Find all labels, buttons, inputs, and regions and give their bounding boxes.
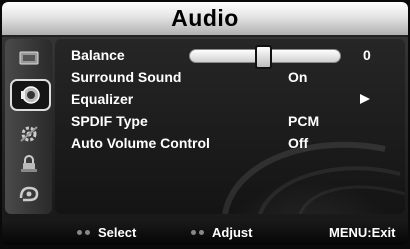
balance-value: 0 xyxy=(363,47,371,63)
down-key-icon xyxy=(85,230,90,235)
balance-slider-knob[interactable] xyxy=(255,45,272,69)
right-key-icon xyxy=(199,230,204,235)
up-key-icon xyxy=(77,230,82,235)
surround-sound-value: On xyxy=(288,69,308,85)
picture-icon[interactable] xyxy=(15,47,42,69)
exit-hint-label: MENU:Exit xyxy=(329,225,396,240)
left-key-icon xyxy=(191,230,196,235)
setup-icon[interactable] xyxy=(15,123,42,145)
spdif-type-row[interactable]: SPDIF Type PCM xyxy=(71,112,401,130)
settings-panel: Balance 0 Surround Sound On Equalizer SP… xyxy=(55,39,405,214)
balance-label: Balance xyxy=(71,47,125,63)
adjust-hint-label: Adjust xyxy=(212,225,253,240)
surround-sound-label: Surround Sound xyxy=(71,69,182,85)
balance-row[interactable]: Balance 0 xyxy=(71,45,401,69)
menu-title: Audio xyxy=(171,5,239,31)
adjust-hint: Adjust xyxy=(191,225,252,240)
input-icon[interactable] xyxy=(15,183,42,205)
auto-volume-label: Auto Volume Control xyxy=(71,135,210,151)
key-hint-bar: Select Adjust MENU:Exit xyxy=(2,219,408,245)
spdif-type-value: PCM xyxy=(288,113,320,129)
select-hint: Select xyxy=(77,225,136,240)
spdif-type-label: SPDIF Type xyxy=(71,113,148,129)
audio-osd-menu: Audio Balance 0 Surround Sound On Equali… xyxy=(2,2,408,245)
equalizer-row[interactable]: Equalizer xyxy=(71,90,401,108)
audio-icon[interactable] xyxy=(10,79,51,111)
lock-icon[interactable] xyxy=(15,153,42,175)
select-hint-label: Select xyxy=(98,225,137,240)
category-sidebar xyxy=(5,39,52,214)
submenu-arrow-icon xyxy=(360,94,370,104)
surround-sound-row[interactable]: Surround Sound On xyxy=(71,68,401,86)
auto-volume-value: Off xyxy=(288,135,309,151)
equalizer-label: Equalizer xyxy=(71,91,134,107)
title-bar: Audio xyxy=(2,2,408,37)
balance-slider[interactable] xyxy=(189,45,341,69)
auto-volume-row[interactable]: Auto Volume Control Off xyxy=(71,134,401,152)
exit-hint: MENU:Exit xyxy=(329,225,395,240)
